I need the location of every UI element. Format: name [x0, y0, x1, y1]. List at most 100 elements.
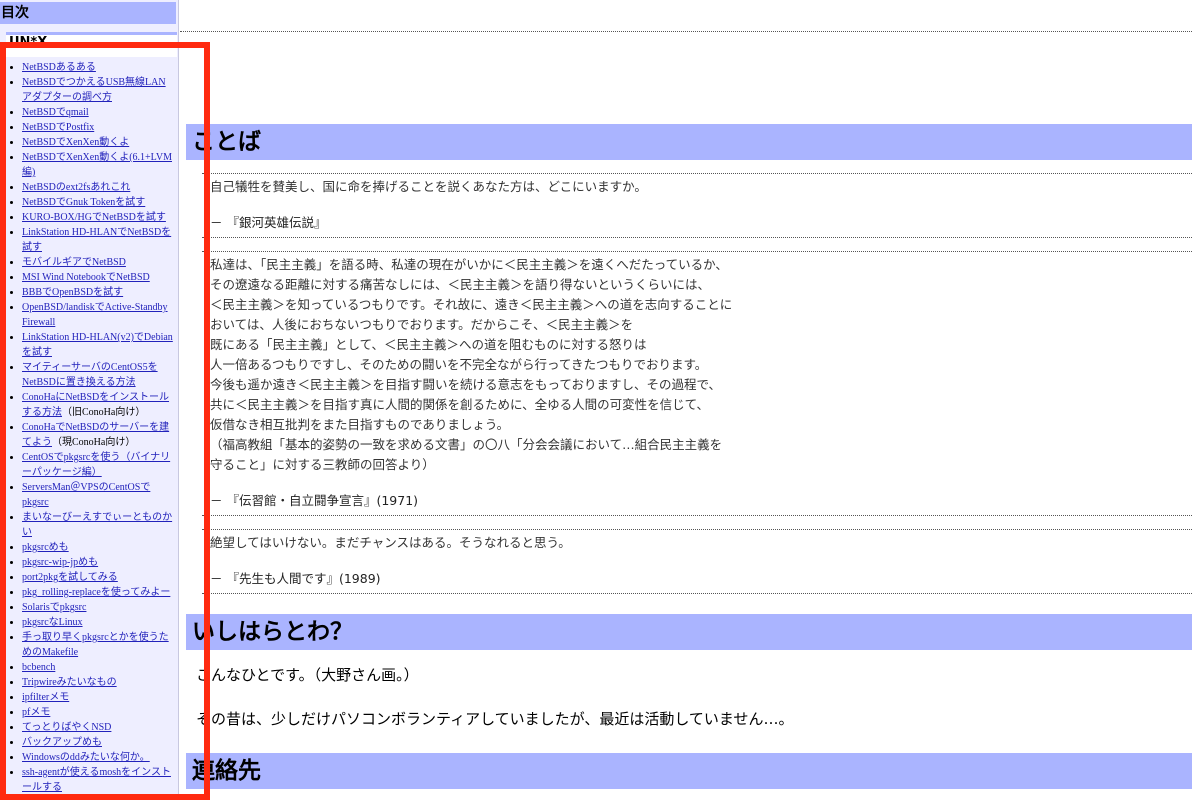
toc-item: BBBでOpenBSDを試す [22, 285, 174, 300]
toc-item: NetBSDでつかえるUSB無線LANアダプターの調べ方 [22, 75, 174, 105]
toc-item: pkgsrcめも [22, 540, 174, 555]
toc-link[interactable]: てっとりばやくNSD [22, 722, 111, 733]
toc-link[interactable]: Windowsのddみたいな何か。 [22, 752, 150, 763]
toc-link[interactable]: まいなーびーえすでぃーとものかい [22, 512, 172, 538]
toc-item: ConoHaでNetBSDのサーバーを建てよう（現ConoHa向け） [22, 420, 174, 450]
sidebar-toc: 目次 UN*X NetBSDあるある NetBSDでつかえるUSB無線LANアダプ… [0, 0, 179, 799]
toc-link[interactable]: bcbench [22, 662, 55, 673]
toc-link[interactable]: CentOSでpkgsrcを使う（バイナリーパッケージ編） [22, 452, 170, 478]
toc-link[interactable]: NetBSDでつかえるUSB無線LANアダプターの調べ方 [22, 77, 166, 103]
quote-divider [202, 593, 1192, 594]
toc-link[interactable]: モバイルギアでNetBSD [22, 257, 126, 268]
toc-item: バックアップめも [22, 735, 174, 750]
toc-item-note: （現ConoHa向け） [52, 437, 136, 448]
toc-link[interactable]: 手っ取り早くpkgsrcとかを使うためのMakefile [22, 632, 169, 658]
toc-item: ConoHaにNetBSDをインストールする方法（旧ConoHa向け） [22, 390, 174, 420]
toc-link[interactable]: NetBSDでXenXen動くよ(6.1+LVM編) [22, 152, 172, 178]
toc-item: MSI Wind NotebookでNetBSD [22, 270, 174, 285]
quote-line: 共に＜民主主義＞を目指す真に人間的関係を創るために、全ゆる人間の可変性を信じて、 [210, 397, 710, 412]
toc-link[interactable]: pkgsrcなLinux [22, 617, 83, 628]
toc-link[interactable]: マイティーサーバのCentOS5をNetBSDに置き換える方法 [22, 362, 158, 388]
toc-link[interactable]: pkgsrc-wip-jpめも [22, 557, 98, 568]
toc-item: NetBSDでGnuk Tokenを試す [22, 195, 174, 210]
quote-line: その遼遠なる距離に対する痛苦なしには、＜民主主義＞を語り得ないというくらいには、 [210, 277, 711, 292]
section-heading-profile: いしはらとわ？ [186, 614, 1192, 650]
toc-item: LinkStation HD-HLANでNetBSDを試す [22, 225, 174, 255]
toc-item: Solarisでpkgsrc [22, 600, 174, 615]
quote-source: － 『伝習館・自立闘争宣言』(1971) [210, 493, 419, 508]
quote-line: ＜民主主義＞を知っているつもりです。それ故に、遠き＜民主主義＞への道を志向するこ… [210, 297, 733, 312]
quote-line: （福高教組「基本的姿勢の一致を求める文書」の〇八「分会会議において…組合民主主義… [210, 437, 723, 452]
quote-text: 自己犠牲を賛美し、国に命を捧げることを説くあなた方は、どこにいますか。 [210, 179, 647, 194]
toc-link[interactable]: NetBSDでqmail [22, 107, 89, 118]
toc-item: LinkStation HD-HLAN(v2)でDebianを試す [22, 330, 174, 360]
toc-item: pkg_rolling-replaceを使ってみよー [22, 585, 174, 600]
quote-text: 絶望してはいけない。まだチャンスはある。そうなれると思う。 [210, 535, 571, 550]
toc-link[interactable]: LinkStation HD-HLAN(v2)でDebianを試す [22, 332, 173, 358]
toc-item: NetBSDのext2fsあれこれ [22, 180, 174, 195]
quote-3: 絶望してはいけない。まだチャンスはある。そうなれると思う。 － 『先生も人間です… [210, 533, 1170, 589]
profile-history-text: その昔は、少しだけパソコンボランティアしていましたが、最近は活動していません…。 [196, 710, 794, 728]
toc-item: NetBSDでqmail [22, 105, 174, 120]
profile-text: こんなひとです。（大野さん画。） [196, 666, 419, 684]
toc-link[interactable]: NetBSDでPostfix [22, 122, 94, 133]
toc-link[interactable]: NetBSDのext2fsあれこれ [22, 182, 130, 193]
quote-divider [202, 173, 1192, 174]
toc-link[interactable]: Solarisでpkgsrc [22, 602, 86, 613]
toc-item: CentOSでpkgsrcを使う（バイナリーパッケージ編） [22, 450, 174, 480]
toc-item: port2pkgを試してみる [22, 570, 174, 585]
toc-link[interactable]: LinkStation HD-HLANでNetBSDを試す [22, 227, 171, 253]
quote-2: 私達は、「民主主義」を語る時、私達の現在がいかに＜民主主義＞を遠くへだたっている… [210, 255, 1170, 511]
main-content: ことば 自己犠牲を賛美し、国に命を捧げることを説くあなた方は、どこにいますか。 … [180, 0, 1192, 799]
toc-item: KURO-BOX/HGでNetBSDを試す [22, 210, 174, 225]
toc-link[interactable]: ssh-agentが使えるmoshをインストールする [22, 767, 171, 793]
toc-item: まいなーびーえすでぃーとものかい [22, 510, 174, 540]
toc-link[interactable]: ServersMan＠VPSのCentOSでpkgsrc [22, 482, 150, 508]
toc-item: pkgsrcなLinux [22, 615, 174, 630]
section-heading-kotoba: ことば [186, 124, 1192, 160]
section-heading-contact: 連絡先 [186, 753, 1192, 789]
quote-source: － 『先生も人間です』(1989) [210, 571, 381, 586]
toc-link[interactable]: pkgsrcめも [22, 542, 69, 553]
toc-link[interactable]: BBBでOpenBSDを試す [22, 287, 123, 298]
quote-source: － 『銀河英雄伝説』 [210, 215, 327, 230]
toc-item: Tripwireみたいなもの [22, 675, 174, 690]
quote-divider [202, 237, 1192, 238]
toc-link[interactable]: NetBSDでGnuk Tokenを試す [22, 197, 145, 208]
toc-item: NetBSDでXenXen動くよ(6.1+LVM編) [22, 150, 174, 180]
quote-line: 守ること」に対する三教師の回答より） [210, 457, 435, 472]
quote-line: おいては、人後におちないつもりでおります。だからこそ、＜民主主義＞を [210, 317, 634, 332]
quote-line: 人一倍あるつもりですし、そのための闘いを不完全ながら行ってきたつもりでおります。 [210, 357, 708, 372]
toc-item: マイティーサーバのCentOS5をNetBSDに置き換える方法 [22, 360, 174, 390]
toc-link[interactable]: port2pkgを試してみる [22, 572, 118, 583]
quote-divider [202, 529, 1192, 530]
toc-item: NetBSDあるある [22, 60, 174, 75]
quote-1: 自己犠牲を賛美し、国に命を捧げることを説くあなた方は、どこにいますか。 － 『銀… [210, 177, 1170, 233]
toc-section-heading: UN*X [6, 32, 177, 57]
quote-line: 今後も遥か遠き＜民主主義＞を目指す闘いを続ける意志をもっておりますし、その過程で… [210, 377, 722, 392]
toc-link[interactable]: バックアップめも [22, 737, 102, 748]
toc-link[interactable]: ipfilterメモ [22, 692, 69, 703]
toc-item: NetBSDでXenXen動くよ [22, 135, 174, 150]
toc-list: NetBSDあるある NetBSDでつかえるUSB無線LANアダプターの調べ方 Ne… [0, 60, 174, 795]
toc-item: ssh-agentが使えるmoshをインストールする [22, 765, 174, 795]
toc-link[interactable]: NetBSDあるある [22, 62, 96, 73]
toc-link[interactable]: NetBSDでXenXen動くよ [22, 137, 129, 148]
toc-link[interactable]: MSI Wind NotebookでNetBSD [22, 272, 150, 283]
quote-divider [202, 515, 1192, 516]
toc-item: bcbench [22, 660, 174, 675]
toc-link[interactable]: Tripwireみたいなもの [22, 677, 117, 688]
toc-item: OpenBSD/landiskでActive-Standby Firewall [22, 300, 174, 330]
toc-item: Windowsのddみたいな何か。 [22, 750, 174, 765]
toc-item: pkgsrc-wip-jpめも [22, 555, 174, 570]
quote-divider [202, 251, 1192, 252]
quote-line: 私達は、「民主主義」を語る時、私達の現在がいかに＜民主主義＞を遠くへだたっている… [210, 257, 728, 272]
toc-item: ipfilterメモ [22, 690, 174, 705]
quote-line: 既にある「民主主義」として、＜民主主義＞への道を阻むものに対する怒りは [210, 337, 647, 352]
toc-link[interactable]: pkg_rolling-replaceを使ってみよー [22, 587, 170, 598]
toc-link[interactable]: KURO-BOX/HGでNetBSDを試す [22, 212, 166, 223]
toc-link[interactable]: pfメモ [22, 707, 50, 718]
toc-item: てっとりばやくNSD [22, 720, 174, 735]
toc-link[interactable]: OpenBSD/landiskでActive-Standby Firewall [22, 302, 168, 328]
toc-item: pfメモ [22, 705, 174, 720]
